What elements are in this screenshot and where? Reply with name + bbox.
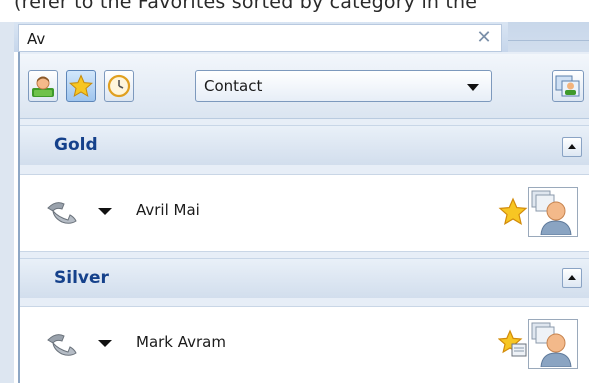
contact-row-mark-avram[interactable]: Mark Avram [20, 306, 589, 383]
contact-name: Avril Mai [136, 201, 200, 219]
contacts-view-button[interactable] [28, 70, 58, 102]
contact-menu-arrow[interactable] [98, 340, 112, 347]
contact-avatar[interactable] [528, 187, 578, 237]
group-header-silver: Silver [20, 258, 589, 298]
dropdown-arrow-icon [467, 84, 479, 91]
contact-row-avril-mai[interactable]: Avril Mai [20, 174, 589, 252]
collapse-arrow-icon [568, 275, 576, 280]
person-avatar-icon [531, 322, 572, 367]
group-title: Silver [54, 268, 109, 288]
group-header-gold: Gold [20, 125, 589, 165]
search-box: ✕ [18, 24, 502, 52]
category-dropdown[interactable]: Contact [195, 70, 492, 102]
clear-search-icon[interactable]: ✕ [475, 27, 493, 49]
group-title: Gold [54, 135, 98, 155]
phone-icon[interactable] [46, 331, 80, 357]
search-input[interactable] [25, 27, 469, 51]
person-icon [32, 76, 54, 97]
collapse-arrow-icon [568, 144, 576, 149]
contact-card-icon [555, 75, 580, 97]
clock-icon [107, 74, 131, 98]
recent-view-button[interactable] [104, 70, 134, 102]
contact-avatar[interactable] [528, 319, 578, 369]
contact-card-button[interactable] [552, 70, 584, 102]
favorite-star-icon[interactable] [498, 197, 528, 227]
category-dropdown-value: Contact [204, 77, 263, 95]
contact-name: Mark Avram [136, 333, 226, 351]
star-icon [69, 74, 93, 98]
favorites-view-button[interactable] [66, 70, 96, 102]
collapse-gold-button[interactable] [562, 137, 582, 157]
favorite-star-card-icon[interactable] [498, 329, 528, 359]
contact-menu-arrow[interactable] [98, 208, 112, 215]
background-left [0, 22, 14, 383]
phone-icon[interactable] [46, 199, 80, 225]
person-avatar-icon [531, 190, 572, 235]
background-caption: (refer to the Favorites sorted by catego… [14, 0, 478, 13]
collapse-silver-button[interactable] [562, 268, 582, 288]
